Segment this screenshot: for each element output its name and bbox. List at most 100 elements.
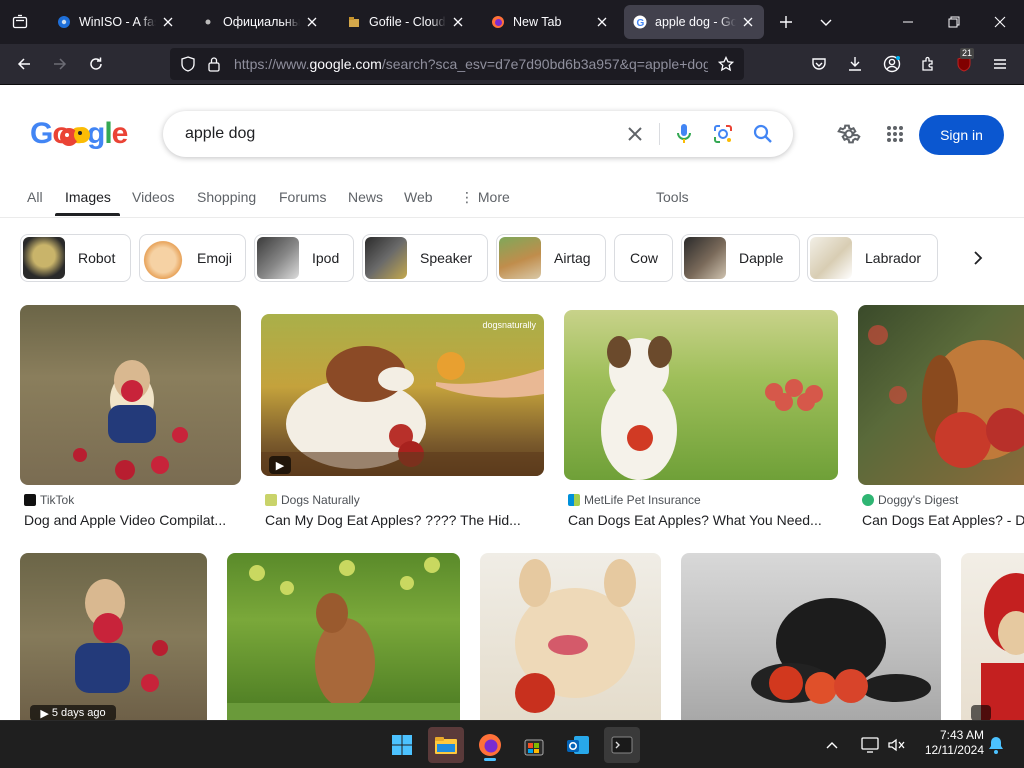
chip-cow[interactable]: Cow	[614, 234, 673, 282]
tab-new-tab[interactable]: New Tab	[482, 5, 618, 39]
shield-icon[interactable]	[174, 50, 202, 78]
outlook-icon[interactable]	[560, 727, 596, 763]
minimize-icon[interactable]	[894, 8, 922, 36]
result-source-name: MetLife Pet Insurance	[584, 493, 701, 507]
chip-emoji[interactable]: Emoji	[139, 234, 246, 282]
result-title[interactable]: Can Dogs Eat Apples? - D...	[862, 512, 1024, 528]
terminal-app-icon[interactable]	[604, 727, 640, 763]
chevron-down-icon[interactable]	[812, 8, 840, 36]
more-menu[interactable]: ⋮ More	[460, 189, 510, 206]
close-tab-icon[interactable]	[304, 14, 320, 30]
extensions-puzzle-icon[interactable]	[914, 50, 942, 78]
back-arrow-icon[interactable]	[10, 50, 38, 78]
reload-icon[interactable]	[82, 50, 110, 78]
apps-grid-icon[interactable]	[882, 121, 908, 147]
tab-web[interactable]: Web	[404, 189, 433, 205]
system-clock[interactable]: 7:43 AM 12/11/2024	[912, 728, 984, 758]
forward-arrow-icon[interactable]	[46, 50, 74, 78]
file-explorer-icon[interactable]	[428, 727, 464, 763]
tab-winiso[interactable]: WinISO - A fast	[48, 5, 184, 39]
list-all-tabs-icon[interactable]	[6, 8, 34, 36]
result-image[interactable]: dogsnaturally ▶	[261, 314, 544, 476]
tab-apple-dog[interactable]: G apple dog - Goo	[624, 5, 764, 39]
chip-dapple[interactable]: Dapple	[681, 234, 800, 282]
download-icon[interactable]	[841, 50, 869, 78]
bookmark-star-icon[interactable]	[712, 50, 740, 78]
pocket-icon[interactable]	[805, 50, 833, 78]
search-query[interactable]: apple dog	[185, 125, 255, 143]
lock-icon[interactable]	[200, 50, 228, 78]
result-title[interactable]: Dog and Apple Video Compilat...	[24, 512, 238, 528]
result-source-name: TikTok	[40, 493, 75, 507]
tab-gofile[interactable]: Gofile - Cloud S	[338, 5, 474, 39]
search-box[interactable]: apple dog	[163, 111, 793, 157]
tab-videos[interactable]: Videos	[132, 189, 175, 205]
chip-thumbnail	[499, 237, 541, 279]
chip-speaker[interactable]: Speaker	[362, 234, 488, 282]
chip-thumbnail	[684, 237, 726, 279]
notification-bell-icon[interactable]	[984, 727, 1008, 763]
chip-thumbnail	[142, 237, 184, 279]
microsoft-store-icon[interactable]	[516, 727, 552, 763]
tab-forums[interactable]: Forums	[279, 189, 326, 205]
close-tab-icon[interactable]	[594, 14, 610, 30]
ublock-extension-icon[interactable]: 21	[950, 48, 978, 78]
chip-thumbnail	[365, 237, 407, 279]
result-source[interactable]: Doggy's Digest	[862, 493, 958, 507]
result-source[interactable]: TikTok	[24, 493, 74, 507]
volume-muted-icon[interactable]	[884, 727, 908, 763]
chip-label: Ipod	[312, 250, 340, 266]
dog-with-apple-illustration	[73, 360, 188, 480]
chip-label: Dapple	[739, 250, 784, 266]
result-source[interactable]: MetLife Pet Insurance	[568, 493, 701, 507]
new-tab-plus-icon[interactable]	[772, 8, 800, 36]
badge-text: 5 days ago	[51, 707, 106, 719]
hamburger-menu-icon[interactable]	[986, 50, 1014, 78]
google-doodle-logo[interactable]: Google	[30, 117, 128, 151]
close-window-icon[interactable]	[986, 8, 1014, 36]
network-icon[interactable]	[858, 727, 882, 763]
account-icon[interactable]	[878, 50, 906, 78]
firefox-icon[interactable]	[472, 727, 508, 763]
chips-next-chevron-icon[interactable]	[958, 234, 998, 282]
result-image[interactable]: ▶ 5 days ago	[20, 553, 207, 720]
show-hidden-icons-chevron-icon[interactable]	[820, 727, 844, 763]
tab-all[interactable]: All	[27, 189, 43, 205]
chip-airtag[interactable]: Airtag	[496, 234, 606, 282]
tab-shopping[interactable]: Shopping	[197, 189, 256, 205]
result-image[interactable]	[480, 553, 661, 720]
settings-gear-icon[interactable]	[836, 121, 862, 147]
search-divider	[659, 123, 660, 145]
chip-ipod[interactable]: Ipod	[254, 234, 354, 282]
windows-start-icon[interactable]	[384, 727, 420, 763]
result-source[interactable]: Dogs Naturally	[265, 493, 360, 507]
result-image[interactable]	[858, 305, 1024, 485]
clear-search-icon[interactable]	[623, 122, 647, 146]
sign-in-button[interactable]: Sign in	[919, 115, 1004, 155]
tab-images[interactable]: Images	[65, 189, 111, 205]
tools-button[interactable]: Tools	[656, 189, 689, 205]
url-text[interactable]: https://www.google.com/search?sca_esv=d7…	[234, 56, 708, 72]
result-image[interactable]	[564, 310, 838, 480]
close-tab-icon[interactable]	[740, 14, 756, 30]
restore-icon[interactable]	[940, 8, 968, 36]
close-tab-icon[interactable]	[450, 14, 466, 30]
firefox-favicon-icon	[490, 14, 506, 30]
tab-official[interactable]: Официальный	[192, 5, 328, 39]
address-bar[interactable]: https://www.google.com/search?sca_esv=d7…	[170, 48, 744, 80]
result-image[interactable]	[681, 553, 941, 720]
clock-date: 12/11/2024	[924, 743, 984, 757]
tab-news[interactable]: News	[348, 189, 383, 205]
close-tab-icon[interactable]	[160, 14, 176, 30]
chip-labrador[interactable]: Labrador	[807, 234, 938, 282]
result-image[interactable]	[20, 305, 241, 485]
microphone-icon[interactable]	[672, 122, 696, 146]
result-image[interactable]	[961, 553, 1024, 720]
result-title[interactable]: Can Dogs Eat Apples? What You Need...	[568, 512, 836, 528]
search-icon[interactable]	[751, 122, 775, 146]
result-title[interactable]: Can My Dog Eat Apples? ???? The Hid...	[265, 512, 541, 528]
result-image[interactable]	[227, 553, 460, 720]
chip-label: Speaker	[420, 250, 473, 266]
lens-camera-icon[interactable]	[711, 122, 735, 146]
chip-robot[interactable]: Robot	[20, 234, 131, 282]
